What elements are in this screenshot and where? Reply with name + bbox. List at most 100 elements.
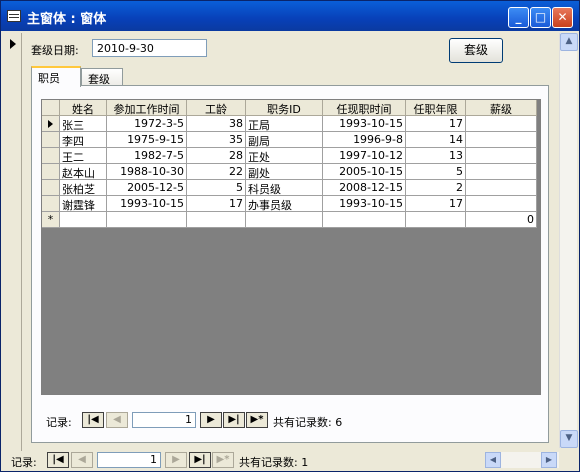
subform-prev-record-button[interactable]: ◀	[106, 412, 128, 428]
record-selector[interactable]	[4, 33, 22, 451]
row-selector[interactable]	[42, 116, 60, 132]
new-record-row[interactable]: * 0	[42, 212, 537, 228]
table-row[interactable]: 李四 1975-9-15 35 副局 1996-9-8 14	[42, 132, 537, 148]
table-row[interactable]: 谢霆锋 1993-10-15 17 办事员级 1993-10-15 17	[42, 196, 537, 212]
scroll-down-icon[interactable]: ▼	[560, 430, 578, 448]
table-row[interactable]: 张三 1972-3-5 38 正局 1993-10-15 17	[42, 116, 537, 132]
cell-position-date[interactable]	[323, 212, 406, 228]
vertical-scrollbar[interactable]: ▲ ▼	[559, 33, 578, 448]
tab-staff[interactable]: 职员	[31, 66, 81, 87]
cell-name[interactable]: 张柏芝	[60, 180, 107, 196]
cell-position-date[interactable]: 1997-10-12	[323, 148, 406, 164]
cell-tenure[interactable]: 17	[406, 196, 466, 212]
scroll-up-icon[interactable]: ▲	[560, 33, 578, 51]
select-all-cell[interactable]	[42, 100, 60, 116]
cell-position-id[interactable]: 副处	[246, 164, 323, 180]
grid-header-row: 姓名 参加工作时间 工龄 职务ID 任现职时间 任职年限 薪级	[42, 100, 537, 116]
subform-last-record-button[interactable]: ▶|	[223, 412, 245, 428]
cell-seniority[interactable]: 5	[187, 180, 246, 196]
cell-tenure[interactable]: 17	[406, 116, 466, 132]
subform-new-record-button[interactable]: ▶*	[246, 412, 268, 428]
col-header-seniority[interactable]: 工龄	[187, 100, 246, 116]
horizontal-scrollbar[interactable]: ◀ ▶	[485, 452, 559, 468]
cell-seniority[interactable]	[187, 212, 246, 228]
cell-start-date[interactable]: 1975-9-15	[107, 132, 187, 148]
cell-seniority[interactable]: 35	[187, 132, 246, 148]
cell-start-date[interactable]: 1982-7-5	[107, 148, 187, 164]
cell-name[interactable]: 谢霆锋	[60, 196, 107, 212]
cell-position-date[interactable]: 1993-10-15	[323, 116, 406, 132]
cell-name[interactable]: 王二	[60, 148, 107, 164]
scroll-right-icon[interactable]: ▶	[541, 452, 557, 468]
record-number-input[interactable]: 1	[97, 452, 161, 468]
cell-tenure[interactable]: 13	[406, 148, 466, 164]
cell-salary-grade[interactable]	[466, 148, 537, 164]
tab-grade[interactable]: 套级	[81, 68, 123, 86]
first-record-button[interactable]: |◀	[47, 452, 69, 468]
col-header-position-id[interactable]: 职务ID	[246, 100, 323, 116]
cell-name[interactable]: 李四	[60, 132, 107, 148]
subform-next-record-button[interactable]: ▶	[200, 412, 222, 428]
close-button[interactable]: ✕	[552, 7, 573, 28]
row-selector[interactable]	[42, 196, 60, 212]
cell-salary-grade[interactable]: 0	[466, 212, 537, 228]
last-record-button[interactable]: ▶|	[189, 452, 211, 468]
subform-record-number-input[interactable]: 1	[132, 412, 196, 428]
cell-position-id[interactable]: 副局	[246, 132, 323, 148]
prev-record-button[interactable]: ◀	[71, 452, 93, 468]
cell-start-date[interactable]: 1972-3-5	[107, 116, 187, 132]
col-header-salary-grade[interactable]: 薪级	[466, 100, 537, 116]
cell-salary-grade[interactable]	[466, 132, 537, 148]
cell-start-date[interactable]: 1988-10-30	[107, 164, 187, 180]
cell-position-id[interactable]: 办事员级	[246, 196, 323, 212]
col-header-start-date[interactable]: 参加工作时间	[107, 100, 187, 116]
cell-seniority[interactable]: 17	[187, 196, 246, 212]
cell-position-id[interactable]: 科员级	[246, 180, 323, 196]
grade-button[interactable]: 套级	[449, 38, 503, 63]
scroll-left-icon[interactable]: ◀	[485, 452, 501, 468]
cell-seniority[interactable]: 28	[187, 148, 246, 164]
cell-start-date[interactable]	[107, 212, 187, 228]
cell-position-date[interactable]: 1996-9-8	[323, 132, 406, 148]
minimize-button[interactable]: _	[508, 7, 529, 28]
cell-tenure[interactable]: 14	[406, 132, 466, 148]
cell-tenure[interactable]	[406, 212, 466, 228]
table-row[interactable]: 张柏芝 2005-12-5 5 科员级 2008-12-15 2	[42, 180, 537, 196]
col-header-name[interactable]: 姓名	[60, 100, 107, 116]
subform-first-record-button[interactable]: |◀	[82, 412, 104, 428]
cell-tenure[interactable]: 2	[406, 180, 466, 196]
row-selector[interactable]	[42, 148, 60, 164]
date-input[interactable]: 2010-9-30	[92, 39, 207, 57]
cell-name[interactable]: 赵本山	[60, 164, 107, 180]
maximize-button[interactable]: □	[530, 7, 551, 28]
cell-name[interactable]	[60, 212, 107, 228]
cell-start-date[interactable]: 2005-12-5	[107, 180, 187, 196]
staff-datasheet: 姓名 参加工作时间 工龄 职务ID 任现职时间 任职年限 薪级 张三 1972-…	[41, 99, 541, 395]
cell-salary-grade[interactable]	[466, 164, 537, 180]
cell-tenure[interactable]: 5	[406, 164, 466, 180]
new-record-marker[interactable]: *	[42, 212, 60, 228]
cell-position-id[interactable]: 正处	[246, 148, 323, 164]
cell-position-date[interactable]: 2005-10-15	[323, 164, 406, 180]
cell-salary-grade[interactable]	[466, 116, 537, 132]
cell-position-date[interactable]: 1993-10-15	[323, 196, 406, 212]
cell-position-id[interactable]	[246, 212, 323, 228]
row-selector[interactable]	[42, 164, 60, 180]
cell-position-date[interactable]: 2008-12-15	[323, 180, 406, 196]
col-header-position-date[interactable]: 任现职时间	[323, 100, 406, 116]
cell-salary-grade[interactable]	[466, 196, 537, 212]
cell-start-date[interactable]: 1993-10-15	[107, 196, 187, 212]
table-row[interactable]: 王二 1982-7-5 28 正处 1997-10-12 13	[42, 148, 537, 164]
row-selector[interactable]	[42, 132, 60, 148]
col-header-tenure[interactable]: 任职年限	[406, 100, 466, 116]
row-selector[interactable]	[42, 180, 60, 196]
cell-name[interactable]: 张三	[60, 116, 107, 132]
cell-seniority[interactable]: 22	[187, 164, 246, 180]
cell-salary-grade[interactable]	[466, 180, 537, 196]
next-record-button[interactable]: ▶	[165, 452, 187, 468]
title-bar[interactable]: 主窗体 : 窗体 _ □ ✕	[1, 1, 579, 31]
new-record-button[interactable]: ▶*	[212, 452, 234, 468]
table-row[interactable]: 赵本山 1988-10-30 22 副处 2005-10-15 5	[42, 164, 537, 180]
cell-seniority[interactable]: 38	[187, 116, 246, 132]
cell-position-id[interactable]: 正局	[246, 116, 323, 132]
